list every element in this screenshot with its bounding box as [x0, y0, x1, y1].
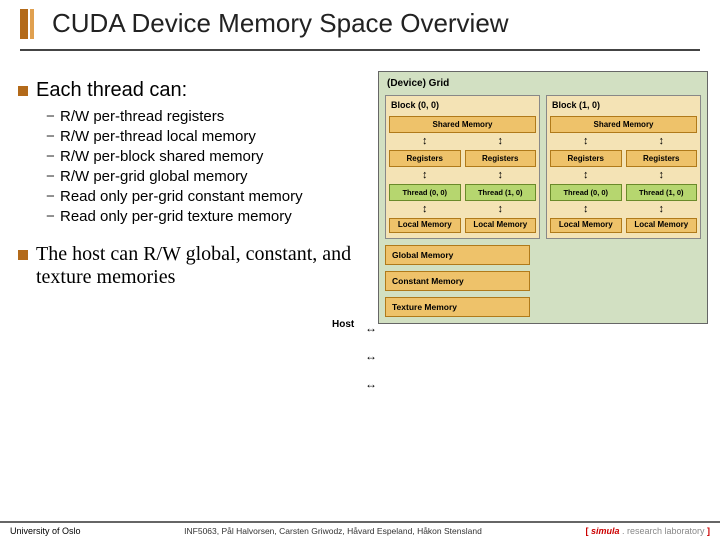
diagram-area: (Device) Grid Block (0, 0) Shared Memory… — [378, 71, 708, 324]
updown-arrow-icon: ↕ — [550, 137, 622, 146]
global-memory-box: Global Memory — [385, 245, 530, 265]
local-memory-box: Local Memory — [389, 218, 461, 233]
updown-arrow-icon: ↕ — [389, 205, 461, 214]
footer-left: University of Oslo — [10, 526, 81, 536]
updown-arrow-icon: ↕ — [465, 171, 537, 180]
local-memory-box: Local Memory — [550, 218, 622, 233]
registers-box: Registers — [389, 150, 461, 167]
left-column: Each thread can: −R/W per-thread registe… — [18, 71, 378, 324]
square-bullet-icon — [18, 86, 28, 96]
registers-box: Registers — [550, 150, 622, 167]
sub-bullets: −R/W per-thread registers −R/W per-threa… — [46, 108, 372, 225]
title-bar: CUDA Device Memory Space Overview — [20, 0, 700, 51]
grid-title: (Device) Grid — [387, 78, 701, 89]
leftright-arrow-icon: ↔ — [360, 321, 382, 335]
leftright-arrow-icon: ↔ — [360, 377, 382, 391]
host-label: Host — [332, 319, 354, 330]
block-0-0: Block (0, 0) Shared Memory ↕↕ Registers … — [385, 95, 540, 239]
thread-box: Thread (0, 0) — [389, 184, 461, 201]
device-grid-box: (Device) Grid Block (0, 0) Shared Memory… — [378, 71, 708, 324]
thread-box: Thread (1, 0) — [465, 184, 537, 201]
constant-memory-box: Constant Memory — [385, 271, 530, 291]
blocks-row: Block (0, 0) Shared Memory ↕↕ Registers … — [385, 95, 701, 239]
sub-item: −R/W per-block shared memory — [46, 148, 372, 165]
updown-arrow-icon: ↕ — [626, 171, 698, 180]
updown-arrow-icon: ↕ — [550, 205, 622, 214]
sub-item: −Read only per-grid constant memory — [46, 188, 372, 205]
sub-item: −R/W per-grid global memory — [46, 168, 372, 185]
footer-mid: INF5063, Pål Halvorsen, Carsten Griwodz,… — [184, 526, 482, 536]
slide-title: CUDA Device Memory Space Overview — [52, 8, 509, 39]
updown-arrow-icon: ↕ — [389, 137, 461, 146]
updown-arrow-icon: ↕ — [465, 205, 537, 214]
updown-arrow-icon: ↕ — [626, 137, 698, 146]
bullet-each-thread: Each thread can: — [18, 79, 372, 102]
updown-arrow-icon: ↕ — [465, 137, 537, 146]
shared-memory-box: Shared Memory — [389, 116, 536, 133]
shared-memory-box: Shared Memory — [550, 116, 697, 133]
sub-item: −R/W per-thread registers — [46, 108, 372, 125]
thread-box: Thread (0, 0) — [550, 184, 622, 201]
block-title: Block (1, 0) — [552, 100, 697, 110]
sub-item: −Read only per-grid texture memory — [46, 208, 372, 225]
block-1-0: Block (1, 0) Shared Memory ↕↕ Registers … — [546, 95, 701, 239]
leftright-arrow-icon: ↔ — [360, 349, 382, 363]
bullet2-text: The host can R/W global, constant, and t… — [36, 243, 372, 289]
bullet1-text: Each thread can: — [36, 79, 187, 102]
thread-box: Thread (1, 0) — [626, 184, 698, 201]
sub-item: −R/W per-thread local memory — [46, 128, 372, 145]
texture-memory-box: Texture Memory — [385, 297, 530, 317]
local-memory-box: Local Memory — [626, 218, 698, 233]
title-accent-icon — [20, 9, 42, 39]
registers-box: Registers — [626, 150, 698, 167]
bullet-host: The host can R/W global, constant, and t… — [18, 243, 372, 289]
square-bullet-icon — [18, 250, 28, 260]
updown-arrow-icon: ↕ — [389, 171, 461, 180]
content-area: Each thread can: −R/W per-thread registe… — [0, 51, 720, 324]
local-memory-box: Local Memory — [465, 218, 537, 233]
updown-arrow-icon: ↕ — [626, 205, 698, 214]
footer: University of Oslo INF5063, Pål Halvorse… — [0, 521, 720, 538]
updown-arrow-icon: ↕ — [550, 171, 622, 180]
block-title: Block (0, 0) — [391, 100, 536, 110]
footer-right: [ simula . research laboratory ] — [585, 526, 710, 536]
registers-box: Registers — [465, 150, 537, 167]
